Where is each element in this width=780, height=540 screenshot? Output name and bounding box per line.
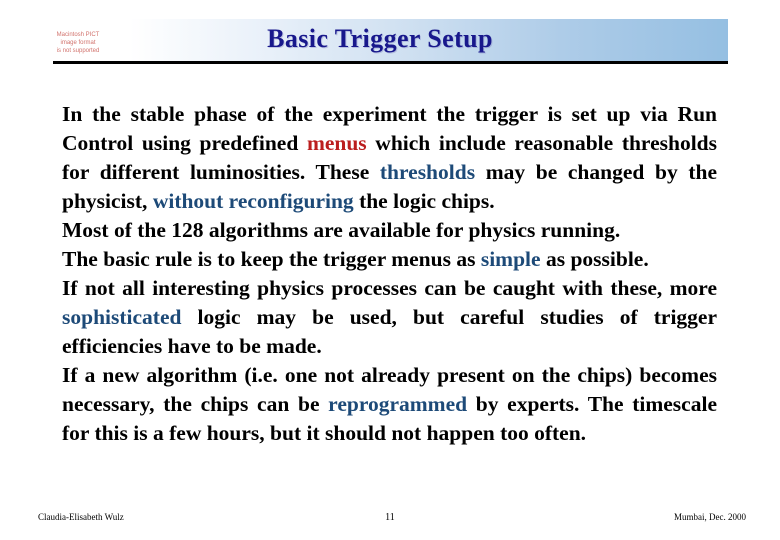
header-divider-rule bbox=[53, 61, 728, 64]
highlight-reprogrammed: reprogrammed bbox=[328, 392, 468, 416]
slide-footer: Claudia-Elisabeth Wulz 11 Mumbai, Dec. 2… bbox=[0, 512, 780, 528]
body-paragraph-4: If not all interesting physics processes… bbox=[62, 274, 717, 361]
body-text-run: the logic chips. bbox=[353, 189, 495, 213]
body-text-run: The basic rule is to keep the trigger me… bbox=[62, 247, 481, 271]
highlight-without-reconfiguring: without reconfiguring bbox=[152, 189, 354, 213]
footer-event: Mumbai, Dec. 2000 bbox=[674, 512, 746, 522]
highlight-sophisticated: sophisticated bbox=[62, 305, 182, 329]
body-text-run: as possible. bbox=[540, 247, 649, 271]
slide-body: In the stable phase of the experiment th… bbox=[62, 100, 717, 448]
body-paragraph-1: In the stable phase of the experiment th… bbox=[62, 100, 717, 216]
slide: Macintosh PICT image format is not suppo… bbox=[0, 0, 780, 540]
highlight-thresholds: thresholds bbox=[379, 160, 476, 184]
highlight-menus: menus bbox=[306, 131, 367, 155]
body-paragraph-2: Most of the 128 algorithms are available… bbox=[62, 216, 717, 245]
page-title: Basic Trigger Setup bbox=[267, 24, 493, 53]
body-text-run: If not all interesting physics processes… bbox=[62, 276, 717, 300]
body-paragraph-5: If a new algorithm (i.e. one not already… bbox=[62, 361, 717, 448]
body-paragraph-3: The basic rule is to keep the trigger me… bbox=[62, 245, 717, 274]
highlight-simple: simple bbox=[480, 247, 541, 271]
body-text-run: Most of the 128 algorithms are available… bbox=[62, 218, 621, 242]
footer-page-number: 11 bbox=[385, 512, 395, 523]
